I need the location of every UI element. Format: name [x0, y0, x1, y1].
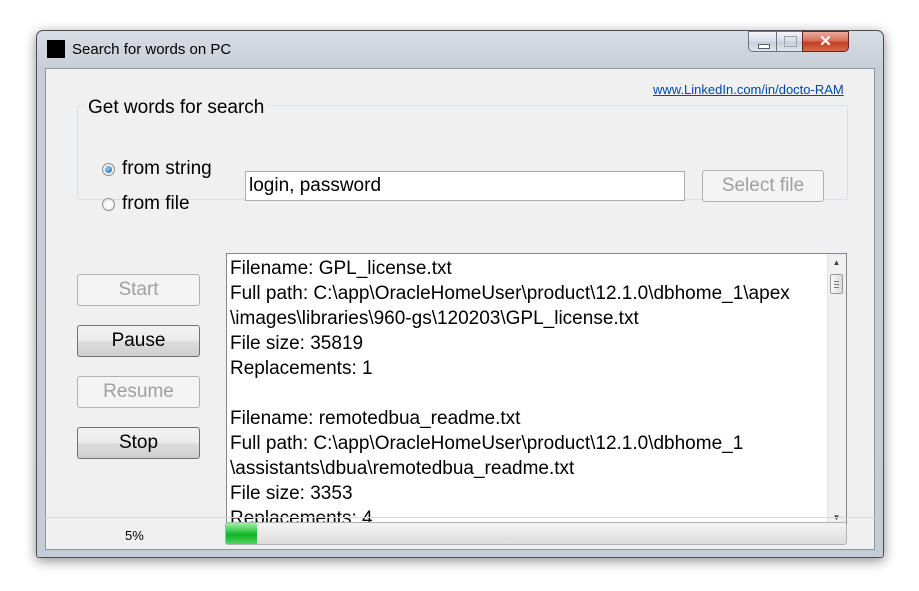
log-line: \assistants\dbua\remotedbua_readme.txt — [230, 458, 575, 479]
app-icon[interactable] — [47, 40, 65, 58]
thumb-grip-line — [834, 281, 839, 282]
results-log-text: Filename: GPL_license.txt Full path: C:\a… — [230, 256, 825, 526]
log-line: File size: 3353 — [230, 483, 353, 504]
close-button[interactable]: ✕ — [802, 31, 849, 52]
pause-button[interactable]: Pause — [77, 325, 200, 357]
linkedin-link[interactable]: www.LinkedIn.com/in/docto-RAM — [653, 82, 844, 97]
maximize-icon — [784, 36, 797, 47]
status-separator — [45, 517, 875, 518]
log-line: \images\libraries\960-gs\120203\GPL_lice… — [230, 308, 639, 329]
from-string-radio-row[interactable]: from string — [102, 156, 212, 182]
vertical-scrollbar[interactable]: ▲ ▼ — [827, 254, 846, 526]
close-icon: ✕ — [819, 33, 832, 50]
log-line: Full path: C:\app\OracleHomeUser\product… — [230, 283, 790, 304]
start-button[interactable]: Start — [77, 274, 200, 306]
from-string-radio[interactable] — [102, 162, 115, 176]
results-log[interactable]: Filename: GPL_license.txt Full path: C:\a… — [226, 253, 847, 527]
scroll-up-icon[interactable]: ▲ — [828, 254, 845, 271]
search-words-input[interactable] — [245, 171, 685, 201]
maximize-button[interactable] — [776, 31, 803, 52]
log-line: File size: 35819 — [230, 333, 364, 354]
title-bar[interactable]: Search for words on PC ✕ — [37, 31, 883, 68]
client-area: www.LinkedIn.com/in/docto-RAM Get words … — [45, 68, 875, 550]
resume-button[interactable]: Resume — [77, 376, 200, 408]
log-line: Filename: GPL_license.txt — [230, 258, 452, 279]
from-string-label: from string — [122, 158, 212, 179]
minimize-icon — [758, 44, 770, 49]
group-title: Get words for search — [85, 97, 268, 119]
from-file-radio-row[interactable]: from file — [102, 191, 190, 217]
thumb-grip-line — [834, 284, 839, 285]
app-window: Search for words on PC ✕ www.LinkedIn.co… — [36, 30, 884, 558]
log-line: Full path: C:\app\OracleHomeUser\product… — [230, 433, 744, 454]
minimize-button[interactable] — [748, 31, 777, 52]
log-line: Replacements: 1 — [230, 358, 373, 379]
stop-button[interactable]: Stop — [77, 427, 200, 459]
progress-percent: 5% — [125, 528, 144, 543]
progress-bar — [225, 522, 847, 545]
progress-fill — [226, 523, 257, 544]
window-title: Search for words on PC — [72, 41, 232, 58]
from-file-radio[interactable] — [102, 197, 115, 211]
scroll-thumb[interactable] — [830, 274, 843, 294]
thumb-grip-line — [834, 287, 839, 288]
select-file-button[interactable]: Select file — [702, 170, 824, 202]
log-line: Filename: remotedbua_readme.txt — [230, 408, 521, 429]
from-file-label: from file — [122, 193, 190, 214]
